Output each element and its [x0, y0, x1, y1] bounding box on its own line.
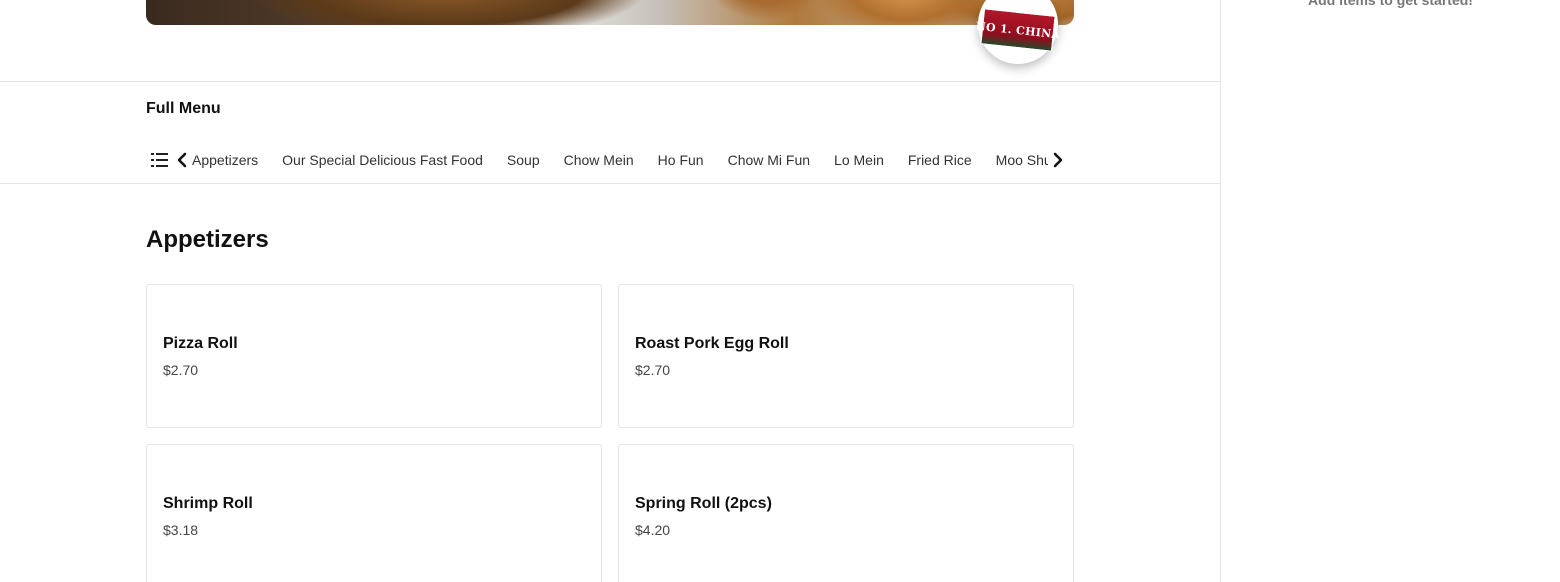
- tab-lo-mein[interactable]: Lo Mein: [834, 146, 884, 174]
- item-name: Pizza Roll: [163, 335, 238, 352]
- page: NO 1. CHINA Full Menu Appetizers Our Spe…: [0, 0, 1560, 582]
- item-price: $3.18: [163, 522, 199, 538]
- tab-moo-shu[interactable]: Moo Shu: [996, 146, 1048, 174]
- tab-fried-rice[interactable]: Fried Rice: [908, 146, 972, 174]
- cart-panel-divider: [1220, 0, 1221, 582]
- main-content: NO 1. CHINA Full Menu Appetizers Our Spe…: [0, 0, 1220, 582]
- menu-item-card[interactable]: Shrimp Roll $3.18: [146, 444, 602, 582]
- item-name: Shrimp Roll: [163, 495, 253, 512]
- category-tabs: Appetizers Our Special Delicious Fast Fo…: [192, 146, 1048, 174]
- restaurant-logo: NO 1. CHINA: [975, 8, 1061, 52]
- cart-empty-message: Add items to get started!: [1308, 0, 1473, 8]
- tab-appetizers[interactable]: Appetizers: [192, 146, 258, 174]
- category-nav: Appetizers Our Special Delicious Fast Fo…: [146, 146, 1074, 174]
- item-name: Roast Pork Egg Roll: [635, 335, 789, 352]
- item-price: $2.70: [635, 362, 671, 378]
- list-icon[interactable]: [148, 148, 172, 172]
- section-title: Appetizers: [146, 226, 269, 253]
- item-price: $4.20: [635, 522, 671, 538]
- tab-chow-mi-fun[interactable]: Chow Mi Fun: [728, 146, 810, 174]
- hero-banner-image: [146, 0, 1074, 25]
- menu-item-card[interactable]: Roast Pork Egg Roll $2.70: [618, 284, 1074, 428]
- chevron-right-icon[interactable]: [1048, 148, 1068, 172]
- tab-our-special-delicious-fast-food[interactable]: Our Special Delicious Fast Food: [282, 146, 483, 174]
- divider: [0, 183, 1220, 184]
- menu-item-card[interactable]: Spring Roll (2pcs) $4.20: [618, 444, 1074, 582]
- divider: [0, 81, 1220, 82]
- tab-ho-fun[interactable]: Ho Fun: [658, 146, 704, 174]
- tab-chow-mein[interactable]: Chow Mein: [564, 146, 634, 174]
- logo-text: NO 1. CHINA: [975, 19, 1061, 41]
- item-price: $2.70: [163, 362, 199, 378]
- chevron-left-icon[interactable]: [172, 148, 192, 172]
- restaurant-logo-badge: NO 1. CHINA: [975, 0, 1061, 64]
- tab-soup[interactable]: Soup: [507, 146, 540, 174]
- menu-item-card[interactable]: Pizza Roll $2.70: [146, 284, 602, 428]
- full-menu-title: Full Menu: [146, 100, 221, 117]
- item-name: Spring Roll (2pcs): [635, 495, 772, 512]
